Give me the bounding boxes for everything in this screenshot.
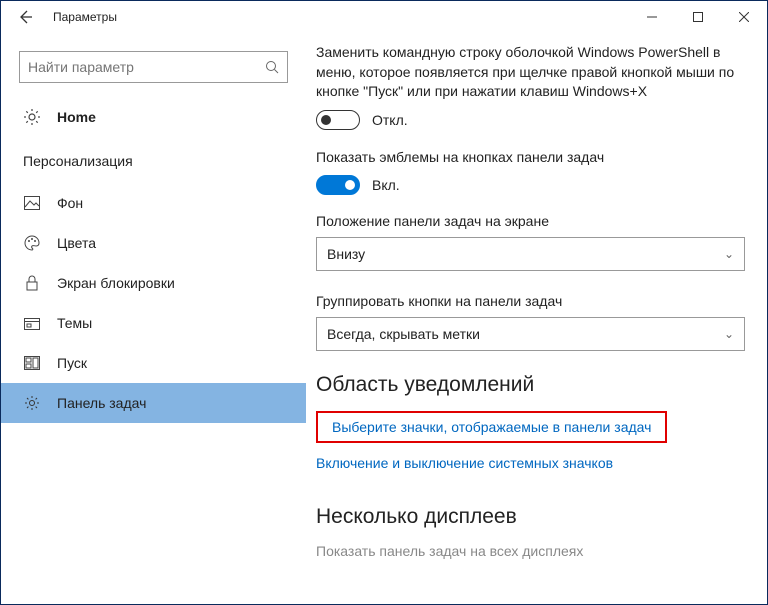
select-value: Внизу	[327, 246, 365, 262]
search-icon	[257, 60, 287, 74]
main-panel: Заменить командную строку оболочкой Wind…	[306, 33, 767, 604]
close-button[interactable]	[721, 1, 767, 33]
maximize-button[interactable]	[675, 1, 721, 33]
search-box[interactable]	[19, 51, 288, 83]
toggle-label-off: Откл.	[372, 112, 408, 128]
sidebar-item-themes[interactable]: Темы	[1, 303, 306, 343]
sidebar-item-label: Фон	[57, 195, 83, 211]
section-notification-area: Область уведомлений	[316, 373, 745, 397]
sidebar-item-label: Пуск	[57, 355, 87, 371]
chevron-down-icon: ⌄	[724, 247, 734, 261]
gear-icon	[23, 108, 41, 126]
sidebar-category: Персонализация	[1, 137, 306, 175]
sidebar-item-label: Цвета	[57, 235, 96, 251]
select-value: Всегда, скрывать метки	[327, 326, 480, 342]
gear-icon	[23, 394, 41, 412]
sidebar-item-taskbar[interactable]: Панель задач	[1, 383, 306, 423]
lock-icon	[23, 274, 41, 292]
toggle-badges[interactable]	[316, 175, 360, 195]
sidebar-item-label: Панель задач	[57, 395, 146, 411]
search-input[interactable]	[20, 59, 257, 75]
toggle-label-on: Вкл.	[372, 177, 400, 193]
section-multiple-displays: Несколько дисплеев	[316, 505, 745, 529]
setting-desc-powershell: Заменить командную строку оболочкой Wind…	[316, 43, 745, 102]
sidebar: Home Персонализация Фон Цвета Экран блок…	[1, 33, 306, 604]
window-title: Параметры	[53, 10, 117, 24]
setting-desc-badges: Показать эмблемы на кнопках панели задач	[316, 148, 745, 168]
sidebar-item-background[interactable]: Фон	[1, 183, 306, 223]
sidebar-home-label: Home	[57, 109, 96, 125]
select-taskbar-position[interactable]: Внизу ⌄	[316, 237, 745, 271]
link-select-taskbar-icons[interactable]: Выберите значки, отображаемые в панели з…	[316, 411, 667, 443]
themes-icon	[23, 314, 41, 332]
chevron-down-icon: ⌄	[724, 327, 734, 341]
sidebar-item-label: Экран блокировки	[57, 275, 175, 291]
select-group-buttons[interactable]: Всегда, скрывать метки ⌄	[316, 317, 745, 351]
start-icon	[23, 354, 41, 372]
link-system-icons[interactable]: Включение и выключение системных значков	[316, 455, 613, 471]
sidebar-item-lockscreen[interactable]: Экран блокировки	[1, 263, 306, 303]
back-button[interactable]	[1, 9, 49, 25]
palette-icon	[23, 234, 41, 252]
label-group-buttons: Группировать кнопки на панели задач	[316, 293, 745, 309]
toggle-powershell[interactable]	[316, 110, 360, 130]
titlebar: Параметры	[1, 1, 767, 33]
sidebar-item-label: Темы	[57, 315, 92, 331]
label-taskbar-position: Положение панели задач на экране	[316, 213, 745, 229]
sidebar-item-colors[interactable]: Цвета	[1, 223, 306, 263]
image-icon	[23, 194, 41, 212]
setting-desc-all-displays: Показать панель задач на всех дисплеях	[316, 543, 745, 559]
sidebar-item-start[interactable]: Пуск	[1, 343, 306, 383]
minimize-button[interactable]	[629, 1, 675, 33]
sidebar-home[interactable]: Home	[1, 97, 306, 137]
